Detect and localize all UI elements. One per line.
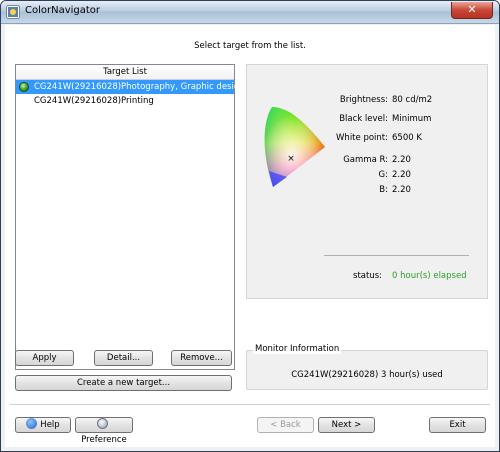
target-properties-panel: × Brightness: 80 cd/m2 Black level: Mini… <box>246 64 488 299</box>
help-button[interactable]: Help <box>15 417 71 433</box>
gamma-b-value: 2.20 <box>392 185 411 195</box>
gamma-r-label: Gamma R: <box>343 155 388 165</box>
white-point-marker: × <box>287 154 295 164</box>
black-level-label: Black level: <box>339 114 388 124</box>
monitor-information-legend: Monitor Information <box>253 344 342 354</box>
remove-button[interactable]: Remove... <box>171 350 232 366</box>
list-item-label: CG241W(29216028)Printing <box>34 96 154 106</box>
gamma-b-label: B: <box>379 185 388 195</box>
window-title: ColorNavigator <box>25 5 101 16</box>
create-target-button[interactable]: Create a new target... <box>15 375 232 391</box>
black-level-value: Minimum <box>392 114 432 124</box>
monitor-information-group: Monitor Information CG241W(29216028) 3 h… <box>246 344 488 390</box>
bottom-separator <box>10 404 490 405</box>
white-point-label: White point: <box>336 133 388 143</box>
white-point-value: 6500 K <box>392 133 422 143</box>
exit-button[interactable]: Exit <box>429 417 486 433</box>
back-button[interactable]: < Back <box>257 417 314 433</box>
detail-button[interactable]: Detail... <box>94 350 153 366</box>
colornavigator-window: ColorNavigator ✕ Select target from the … <box>0 0 500 452</box>
colornavigator-app-icon <box>6 5 20 19</box>
close-button[interactable]: ✕ <box>451 2 493 19</box>
active-target-icon <box>19 82 29 92</box>
apply-button[interactable]: Apply <box>15 350 74 366</box>
brightness-value: 80 cd/m2 <box>392 95 433 105</box>
list-item[interactable]: CG241W(29216028)Printing <box>16 94 234 108</box>
gamma-g-value: 2.20 <box>392 170 411 180</box>
brightness-label: Brightness: <box>339 95 388 105</box>
list-item-label: CG241W(29216028)Photography, Graphic des… <box>34 82 245 92</box>
help-button-label: Help <box>40 420 60 430</box>
next-button[interactable]: Next > <box>318 417 375 433</box>
chromaticity-diagram: × <box>264 107 325 187</box>
preference-icon <box>97 418 108 429</box>
status-value: 0 hour(s) elapsed <box>392 271 467 281</box>
monitor-information-text: CG241W(29216028) 3 hour(s) used <box>291 370 443 380</box>
preference-button-label: Preference <box>81 435 127 445</box>
target-list-header[interactable]: Target List <box>16 65 234 80</box>
gamma-g-label: G: <box>378 170 388 180</box>
status-separator <box>324 255 469 256</box>
preference-button[interactable]: Preference <box>75 417 133 445</box>
list-item[interactable]: CG241W(29216028)Photography, Graphic des… <box>16 80 245 94</box>
instruction-text: Select target from the list. <box>194 41 306 51</box>
close-icon: ✕ <box>467 3 477 16</box>
title-bar[interactable]: ColorNavigator ✕ <box>1 1 499 24</box>
client-area: Select target from the list. Target List… <box>5 25 495 447</box>
gamma-r-value: 2.20 <box>392 155 411 165</box>
target-list[interactable]: Target List CG241W(29216028)Photography,… <box>15 64 245 370</box>
status-label: status: <box>353 271 382 281</box>
help-icon <box>26 418 38 429</box>
